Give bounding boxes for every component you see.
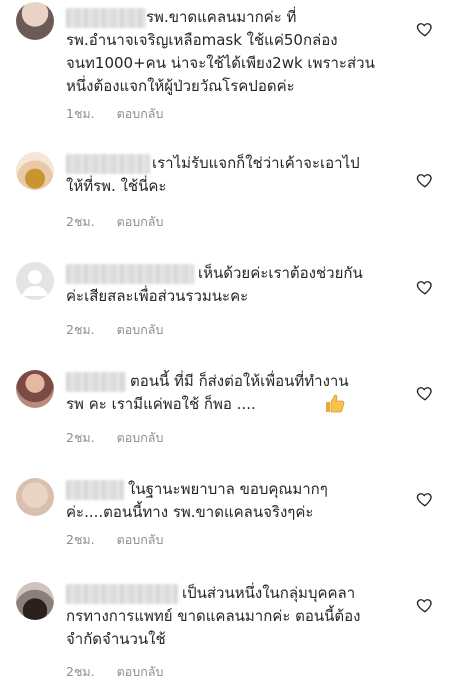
comment-item: เป็นส่วนหนึ่งในกลุ่มบุคคลา กรทางการแพทย์…	[0, 578, 459, 696]
comment-time: 2ชม.	[66, 532, 95, 547]
comment-text: เราไม่รับแจกก็ใช่ว่าเค้าจะเอาไป ให้ที่รพ…	[66, 154, 360, 195]
comment-item: รพ.ขาดแคลนมากค่ะ ที่ รพ.อำนาจเจริญเหลือm…	[0, 0, 459, 130]
comment-item: ในฐานะพยาบาล ขอบคุณมากๆ ค่ะ....ตอนนี้ทาง…	[0, 472, 459, 562]
reply-button[interactable]: ตอบกลับ	[117, 530, 164, 550]
avatar[interactable]	[16, 152, 54, 190]
comment-text: ในฐานะพยาบาล ขอบคุณมากๆ ค่ะ....ตอนนี้ทาง…	[66, 480, 328, 521]
comment-time: 2ชม.	[66, 430, 95, 445]
reply-button[interactable]: ตอบกลับ	[117, 662, 164, 682]
comment-meta: 2ชม. ตอบกลับ	[66, 320, 163, 340]
comment-item: เราไม่รับแจกก็ใช่ว่าเค้าจะเอาไป ให้ที่รพ…	[0, 148, 459, 238]
comment-time: 1ชม.	[66, 106, 95, 121]
reply-button[interactable]: ตอบกลับ	[117, 428, 164, 448]
heart-icon[interactable]	[416, 384, 434, 402]
comment-time: 2ชม.	[66, 322, 95, 337]
comment-time: 2ชม.	[66, 664, 95, 679]
heart-icon[interactable]	[416, 490, 434, 508]
comment-meta: 2ชม. ตอบกลับ	[66, 212, 163, 232]
comment-item: เห็นด้วยค่ะเราต้องช่วยกัน ค่ะเสียสละเพื่…	[0, 256, 459, 346]
heart-icon[interactable]	[416, 171, 434, 189]
reply-button[interactable]: ตอบกลับ	[117, 320, 164, 340]
comment-meta: 2ชม. ตอบกลับ	[66, 428, 163, 448]
comment-text-content: ตอนนี้ ที่มี ก็ส่งต่อให้เพื่อนที่ทำงาน ร…	[66, 372, 349, 413]
heart-icon[interactable]	[416, 20, 434, 38]
heart-icon[interactable]	[416, 596, 434, 614]
avatar[interactable]	[16, 582, 54, 620]
comment-meta: 2ชม. ตอบกลับ	[66, 530, 163, 550]
comment-text: เห็นด้วยค่ะเราต้องช่วยกัน ค่ะเสียสละเพื่…	[66, 264, 363, 305]
heart-icon[interactable]	[416, 278, 434, 296]
comment-item: ตอนนี้ ที่มี ก็ส่งต่อให้เพื่อนที่ทำงาน ร…	[0, 364, 459, 454]
thumbs-up-emoji	[260, 393, 345, 413]
avatar[interactable]	[16, 478, 54, 516]
comment-meta: 1ชม. ตอบกลับ	[66, 104, 163, 124]
default-avatar-icon	[22, 270, 48, 296]
comment-text: รพ.ขาดแคลนมากค่ะ ที่ รพ.อำนาจเจริญเหลือm…	[66, 8, 375, 95]
comment-text: เป็นส่วนหนึ่งในกลุ่มบุคคลา กรทางการแพทย์…	[66, 584, 361, 648]
avatar[interactable]	[16, 262, 54, 300]
comment-time: 2ชม.	[66, 214, 95, 229]
comment-text: ตอนนี้ ที่มี ก็ส่งต่อให้เพื่อนที่ทำงาน ร…	[66, 370, 416, 416]
reply-button[interactable]: ตอบกลับ	[117, 212, 164, 232]
comment-meta: 2ชม. ตอบกลับ	[66, 662, 163, 682]
reply-button[interactable]: ตอบกลับ	[117, 104, 164, 124]
avatar[interactable]	[16, 370, 54, 408]
avatar[interactable]	[16, 2, 54, 40]
